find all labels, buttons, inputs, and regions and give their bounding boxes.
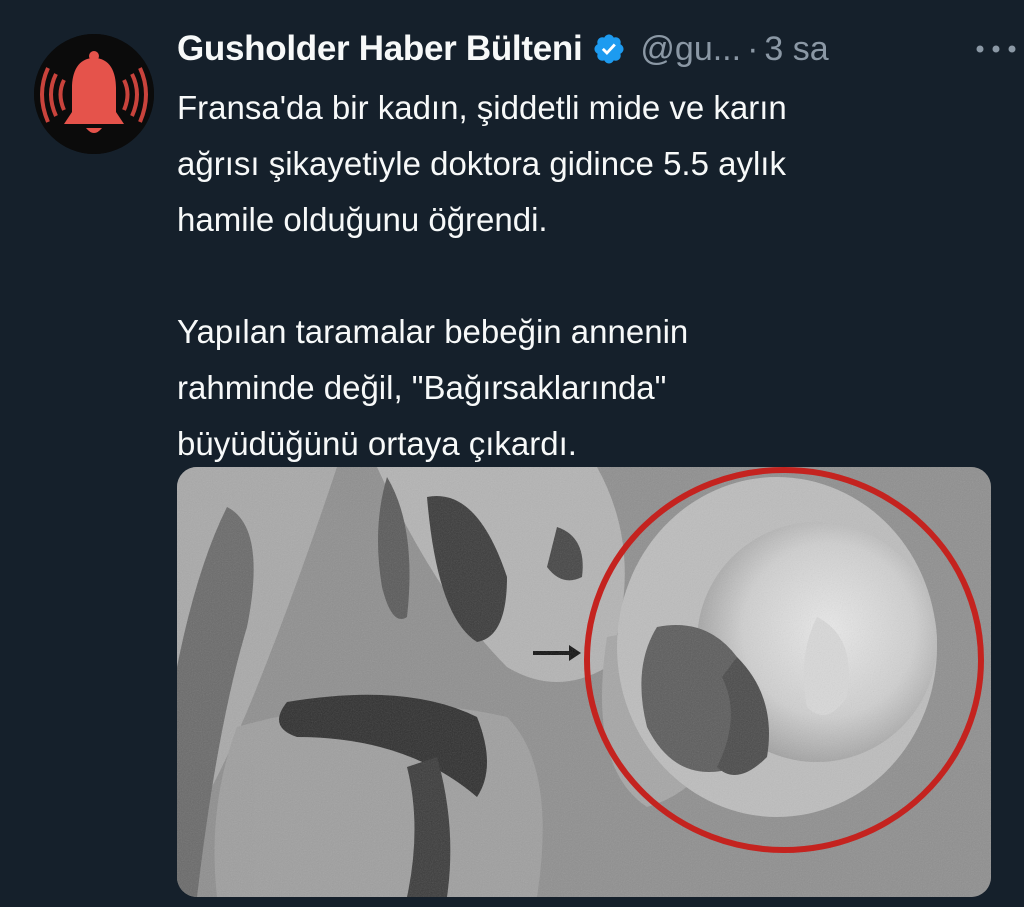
tweet-timestamp[interactable]: 3 sa xyxy=(764,30,828,69)
tweet-text-blank-line xyxy=(177,248,967,304)
tweet-header: Gusholder Haber Bülteni @gu... · 3 sa xyxy=(177,22,997,76)
tweet-content: Gusholder Haber Bülteni @gu... · 3 sa Fr… xyxy=(177,22,1016,472)
tweet-text-line: hamile olduğunu öğrendi. xyxy=(177,201,548,238)
verified-badge-icon[interactable] xyxy=(592,32,626,66)
author-handle[interactable]: @gu... xyxy=(640,30,741,69)
avatar[interactable] xyxy=(34,34,154,154)
more-options-button[interactable] xyxy=(971,34,1021,64)
tweet-text-line: Yapılan taramalar bebeğin annenin xyxy=(177,313,689,350)
tweet[interactable]: Gusholder Haber Bülteni @gu... · 3 sa Fr… xyxy=(0,0,1024,907)
more-horizontal-icon xyxy=(976,45,1016,53)
author-display-name[interactable]: Gusholder Haber Bülteni xyxy=(177,29,583,69)
tweet-text-line: rahminde değil, "Bağırsaklarında" xyxy=(177,369,667,406)
tweet-media-image[interactable] xyxy=(177,467,991,897)
tweet-text-line: Fransa'da bir kadın, şiddetli mide ve ka… xyxy=(177,89,787,126)
tweet-text-line: ağrısı şikayetiyle doktora gidince 5.5 a… xyxy=(177,145,786,182)
tweet-text-line: büyüdüğünü ortaya çıkardı. xyxy=(177,425,577,462)
tweet-text: Fransa'da bir kadın, şiddetli mide ve ka… xyxy=(177,80,967,472)
separator-dot: · xyxy=(747,29,759,68)
bell-icon xyxy=(34,34,154,154)
mri-scan-image xyxy=(177,467,991,897)
